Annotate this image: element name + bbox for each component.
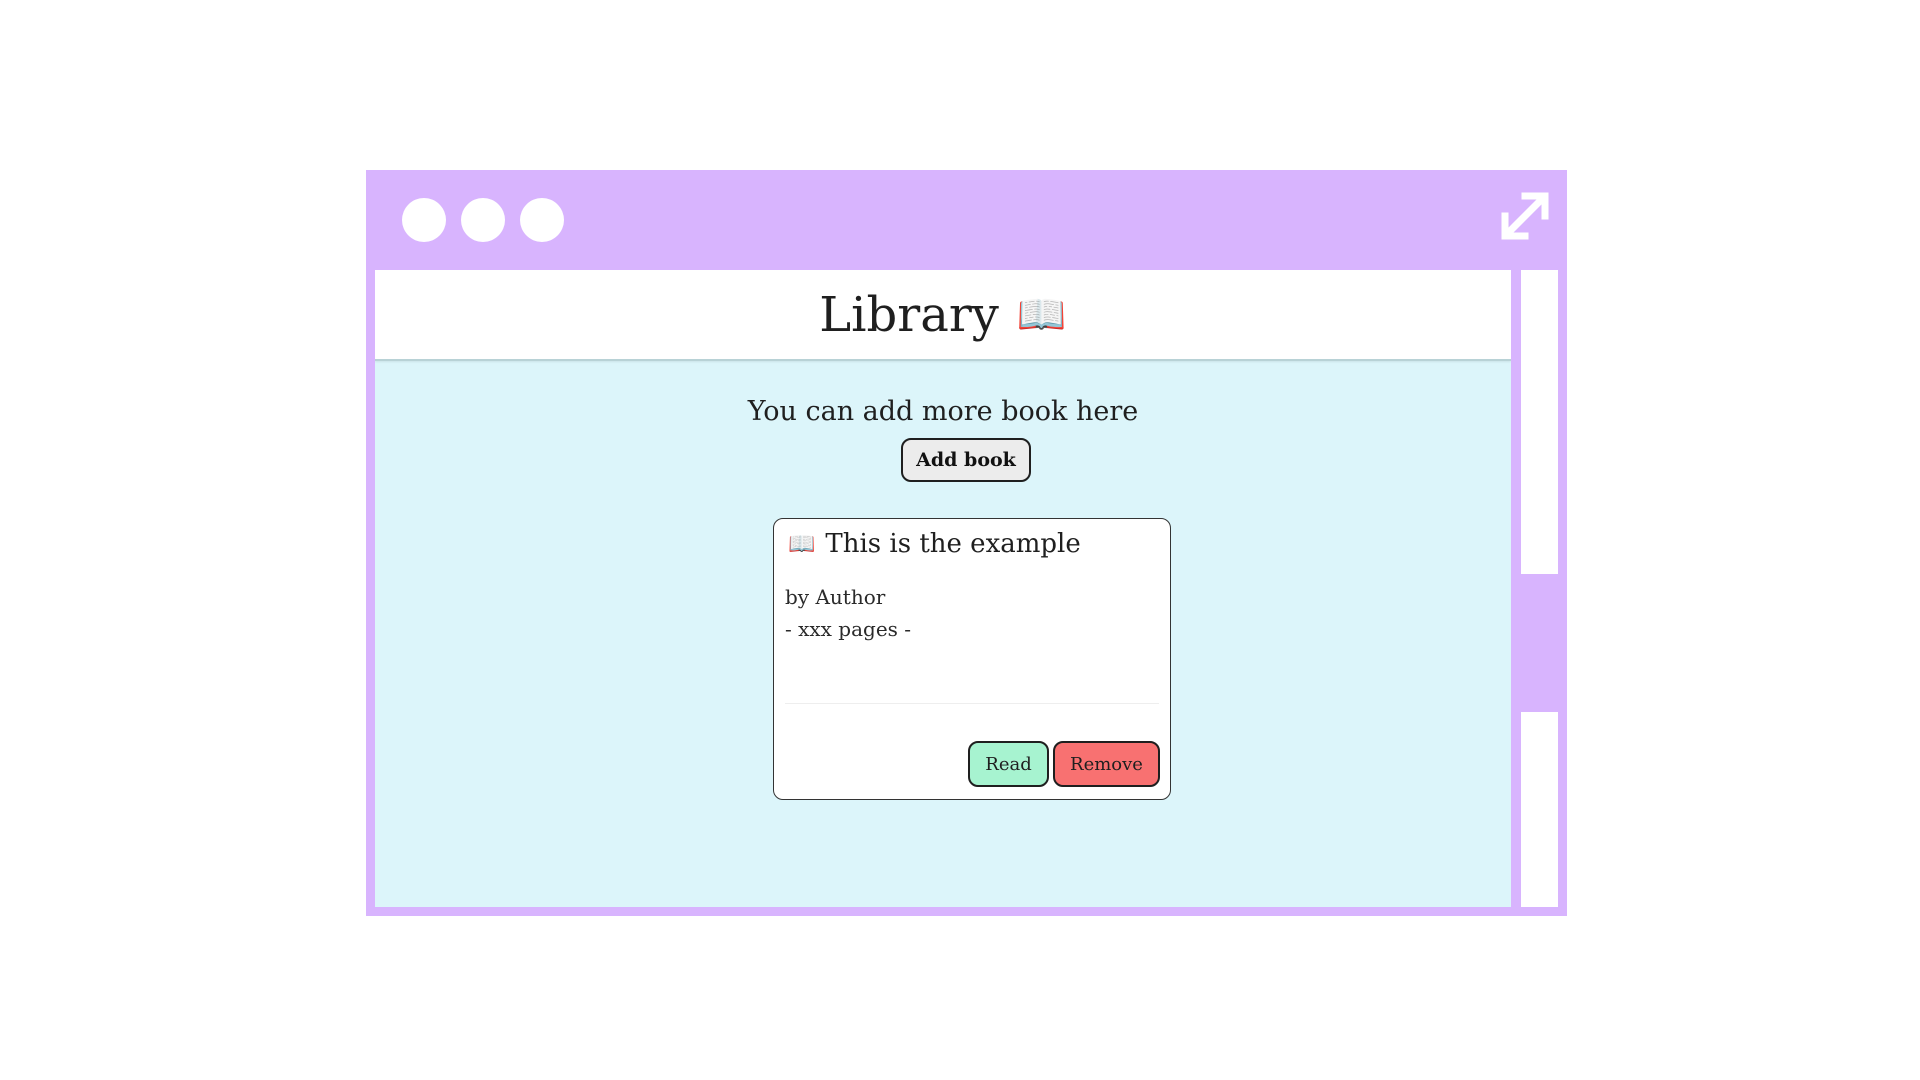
page-viewport: Library 📖 You can add more book here Add… — [375, 270, 1511, 907]
book-author: by Author — [785, 585, 886, 609]
card-divider — [785, 703, 1159, 704]
scrollbar-track[interactable] — [1521, 270, 1558, 574]
book-title-row: 📖 This is the example — [788, 529, 1081, 559]
book-card: 📖 This is the example by Author - xxx pa… — [773, 518, 1171, 800]
page-title: Library — [819, 286, 999, 343]
scrollbar-thumb[interactable] — [1521, 574, 1558, 712]
book-title: This is the example — [825, 529, 1081, 559]
page-header: Library 📖 — [375, 270, 1511, 361]
remove-button[interactable]: Remove — [1053, 741, 1160, 787]
open-book-icon: 📖 — [788, 531, 816, 557]
add-book-prompt: You can add more book here — [747, 396, 1139, 427]
window-titlebar — [366, 170, 1567, 270]
add-book-button[interactable]: Add book — [901, 438, 1031, 482]
browser-window: Library 📖 You can add more book here Add… — [366, 170, 1567, 916]
read-button[interactable]: Read — [968, 741, 1049, 787]
scrollbar-track[interactable] — [1521, 712, 1558, 907]
expand-arrows-icon[interactable] — [1497, 188, 1553, 244]
scrollbar[interactable] — [1521, 270, 1558, 907]
window-control-dot[interactable] — [402, 198, 446, 242]
window-control-dot[interactable] — [461, 198, 505, 242]
open-book-icon: 📖 — [1016, 291, 1067, 338]
book-pages: - xxx pages - — [785, 617, 912, 641]
window-control-dot[interactable] — [520, 198, 564, 242]
